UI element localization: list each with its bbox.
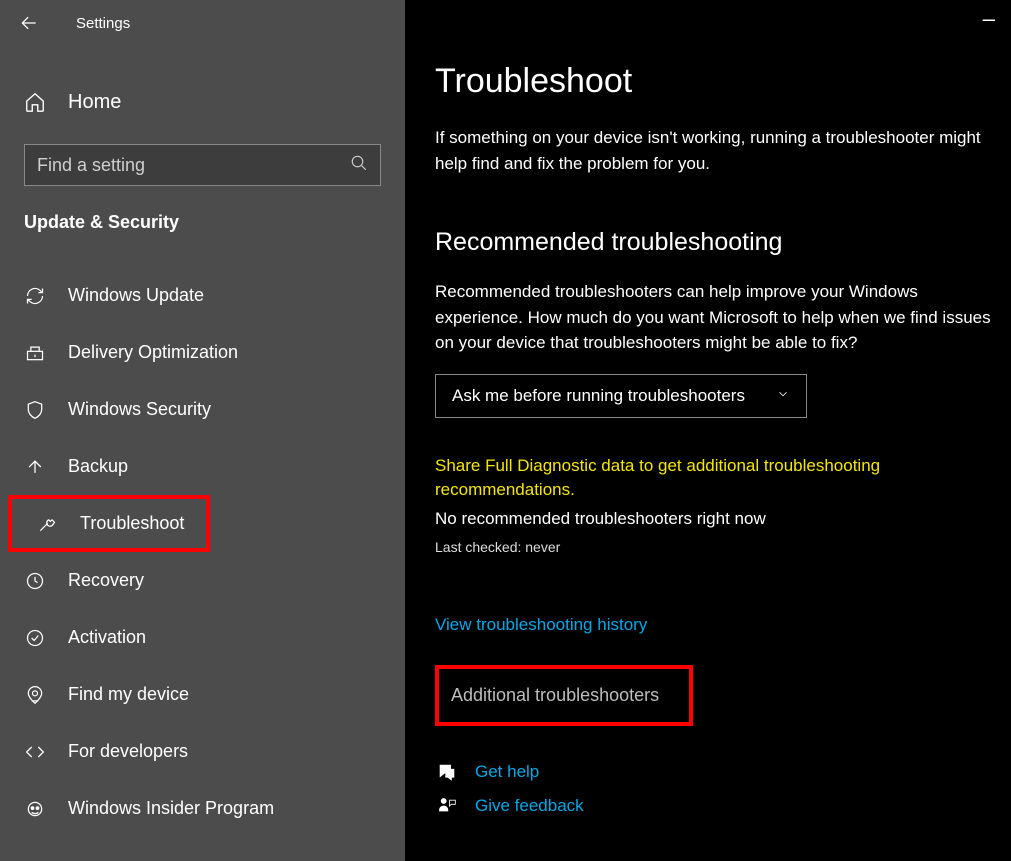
sidebar-item-backup[interactable]: Backup bbox=[0, 438, 405, 495]
get-help-link[interactable]: Get help bbox=[475, 762, 539, 782]
sidebar-item-for-developers[interactable]: For developers bbox=[0, 723, 405, 780]
recommended-description: Recommended troubleshooters can help imp… bbox=[435, 279, 993, 356]
nav-label: Troubleshoot bbox=[80, 513, 184, 534]
titlebar: Settings bbox=[0, 0, 405, 46]
nav-label: Windows Security bbox=[68, 399, 211, 420]
nav-label: Backup bbox=[68, 456, 128, 477]
recommendation-dropdown[interactable]: Ask me before running troubleshooters bbox=[435, 374, 807, 418]
code-icon bbox=[24, 742, 46, 762]
sidebar-item-troubleshoot[interactable]: Troubleshoot bbox=[8, 495, 210, 552]
dropdown-selected: Ask me before running troubleshooters bbox=[452, 386, 745, 406]
nav-label: Find my device bbox=[68, 684, 189, 705]
search-input[interactable] bbox=[37, 155, 350, 176]
search-box[interactable] bbox=[24, 144, 381, 186]
nav-label: Recovery bbox=[68, 570, 144, 591]
sidebar-item-windows-insider[interactable]: Windows Insider Program bbox=[0, 780, 405, 837]
chevron-down-icon bbox=[776, 386, 790, 406]
give-feedback-link[interactable]: Give feedback bbox=[475, 796, 584, 816]
share-diagnostic-link[interactable]: Share Full Diagnostic data to get additi… bbox=[435, 454, 993, 503]
sidebar-item-windows-update[interactable]: Windows Update bbox=[0, 267, 405, 324]
chat-icon bbox=[435, 762, 459, 782]
settings-window: Settings Home Update & Security Windo bbox=[0, 0, 1011, 861]
sidebar-item-delivery-optimization[interactable]: Delivery Optimization bbox=[0, 324, 405, 381]
back-button[interactable] bbox=[6, 0, 52, 46]
additional-troubleshooters-link[interactable]: Additional troubleshooters bbox=[435, 665, 693, 726]
category-heading: Update & Security bbox=[24, 212, 405, 233]
sidebar-item-find-my-device[interactable]: Find my device bbox=[0, 666, 405, 723]
shield-icon bbox=[24, 400, 46, 420]
sidebar-item-windows-security[interactable]: Windows Security bbox=[0, 381, 405, 438]
last-checked-text: Last checked: never bbox=[435, 539, 993, 555]
sidebar-item-activation[interactable]: Activation bbox=[0, 609, 405, 666]
home-label: Home bbox=[68, 91, 121, 114]
give-feedback-row[interactable]: Give feedback bbox=[435, 796, 993, 816]
location-icon bbox=[24, 685, 46, 705]
sidebar: Settings Home Update & Security Windo bbox=[0, 0, 405, 861]
recommended-heading: Recommended troubleshooting bbox=[435, 228, 993, 257]
search-container bbox=[24, 144, 381, 186]
sync-icon bbox=[24, 286, 46, 306]
no-recommended-text: No recommended troubleshooters right now bbox=[435, 509, 993, 529]
backup-icon bbox=[24, 457, 46, 477]
delivery-icon bbox=[24, 343, 46, 363]
recovery-icon bbox=[24, 571, 46, 591]
get-help-row[interactable]: Get help bbox=[435, 762, 993, 782]
page-title: Troubleshoot bbox=[435, 62, 993, 101]
additional-label: Additional troubleshooters bbox=[451, 685, 659, 705]
search-icon bbox=[350, 154, 368, 177]
home-button[interactable]: Home bbox=[0, 78, 405, 126]
nav-label: Activation bbox=[68, 627, 146, 648]
check-circle-icon bbox=[24, 628, 46, 648]
sidebar-item-recovery[interactable]: Recovery bbox=[0, 552, 405, 609]
wrench-icon bbox=[36, 514, 58, 534]
nav-label: Windows Insider Program bbox=[68, 798, 274, 819]
feedback-icon bbox=[435, 796, 459, 816]
nav-label: Windows Update bbox=[68, 285, 204, 306]
nav-label: Delivery Optimization bbox=[68, 342, 238, 363]
nav-list: Windows Update Delivery Optimization Win… bbox=[0, 267, 405, 837]
nav-label: For developers bbox=[68, 741, 188, 762]
window-title: Settings bbox=[76, 15, 130, 32]
intro-text: If something on your device isn't workin… bbox=[435, 125, 993, 176]
main-content: – Troubleshoot If something on your devi… bbox=[405, 0, 1011, 861]
minimize-button[interactable]: – bbox=[983, 6, 995, 32]
home-icon bbox=[24, 91, 46, 113]
view-history-link[interactable]: View troubleshooting history bbox=[435, 615, 647, 635]
insider-icon bbox=[24, 799, 46, 819]
